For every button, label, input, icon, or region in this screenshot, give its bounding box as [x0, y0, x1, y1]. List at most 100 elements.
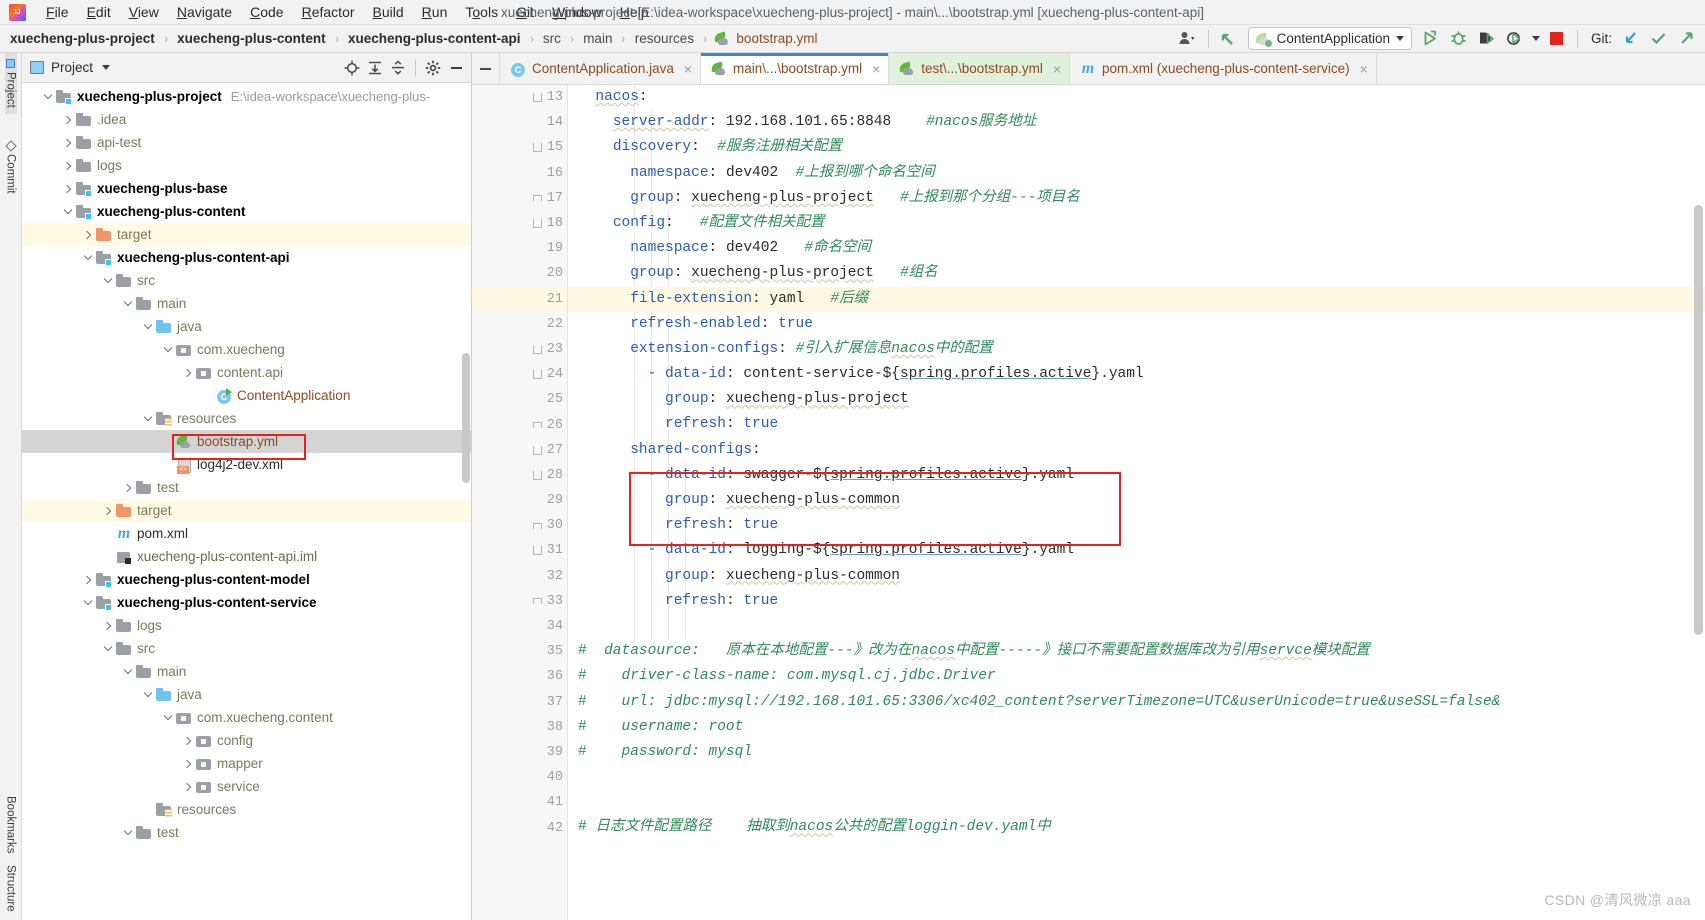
debug-icon[interactable]	[1446, 28, 1472, 50]
fold-end-icon[interactable]	[532, 520, 543, 531]
editor-tab-test-bootstrap-yml[interactable]: test\...\bootstrap.yml ×	[889, 53, 1071, 84]
code-line-30[interactable]: refresh: true	[568, 513, 1705, 538]
tree-node-target[interactable]: target	[22, 499, 471, 522]
code-line-37[interactable]: # url: jdbc:mysql://192.168.101.65:3306/…	[568, 690, 1705, 715]
chevron-right-icon[interactable]	[60, 154, 76, 177]
gutter-line-30[interactable]: 30	[472, 513, 567, 538]
tree-node-xuecheng-plus-content-api[interactable]: xuecheng-plus-content-api	[22, 246, 471, 269]
fold-marker-icon[interactable]	[532, 545, 543, 556]
gutter-line-15[interactable]: 15	[472, 135, 567, 160]
collapse-all-icon[interactable]	[387, 57, 409, 79]
tree-node-resources[interactable]: resources	[22, 407, 471, 430]
gutter-line-19[interactable]: 19	[472, 236, 567, 261]
gutter-line-35[interactable]: 35	[472, 639, 567, 664]
chevron-down-icon[interactable]	[102, 65, 111, 70]
fold-end-icon[interactable]	[532, 420, 543, 431]
fold-marker-icon[interactable]	[532, 142, 543, 153]
project-scrollbar-thumb[interactable]	[462, 353, 470, 483]
hide-panel-icon[interactable]	[445, 57, 467, 79]
gutter-line-40[interactable]: 40	[472, 765, 567, 790]
gutter-line-34[interactable]: 34	[472, 614, 567, 639]
breadcrumb-item-xuecheng-plus-content[interactable]: xuecheng-plus-content	[175, 30, 328, 47]
code-line-24[interactable]: - data-id: content-service-${spring.prof…	[568, 362, 1705, 387]
code-line-28[interactable]: - data-id: swagger-${spring.profiles.act…	[568, 463, 1705, 488]
tree-node-target[interactable]: target	[22, 223, 471, 246]
tree-node-pom-xml[interactable]: pom.xml	[22, 522, 471, 545]
code-line-29[interactable]: group: xuecheng-plus-common	[568, 488, 1705, 513]
code-line-23[interactable]: extension-configs: #引入扩展信息nacos中的配置	[568, 337, 1705, 362]
code-line-40[interactable]	[568, 765, 1705, 790]
chevron-down-icon[interactable]	[120, 292, 136, 315]
gutter-line-18[interactable]: 18	[472, 211, 567, 236]
tree-node-xuecheng-plus-project[interactable]: xuecheng-plus-project E:\idea-workspace\x…	[22, 85, 471, 108]
chevron-down-icon[interactable]	[100, 269, 116, 292]
tree-node--idea[interactable]: .idea	[22, 108, 471, 131]
tree-node-content-api[interactable]: content.api	[22, 361, 471, 384]
gutter-line-33[interactable]: 33	[472, 589, 567, 614]
fold-marker-icon[interactable]	[532, 218, 543, 229]
tree-node-main[interactable]: main	[22, 660, 471, 683]
close-icon[interactable]: ×	[1053, 62, 1061, 76]
tree-node-api-test[interactable]: api-test	[22, 131, 471, 154]
editor-scrollbar[interactable]	[1692, 85, 1705, 920]
chevron-down-icon[interactable]	[140, 683, 156, 706]
tree-node-resources[interactable]: resources	[22, 798, 471, 821]
code-line-19[interactable]: namespace: dev402 #命名空间	[568, 236, 1705, 261]
chevron-down-icon[interactable]	[120, 821, 136, 844]
editor-tab-main-bootstrap-yml[interactable]: main\...\bootstrap.yml ×	[701, 53, 890, 84]
menu-build[interactable]: Build	[364, 1, 413, 24]
editor-scrollbar-thumb[interactable]	[1694, 205, 1703, 635]
editor-gutter[interactable]: 13 14 15 16 17 18 19 20 21 22 23 24 25 26 27 28 29 30 31 32…	[472, 85, 568, 920]
menu-edit[interactable]: Edit	[78, 1, 120, 24]
tree-node-src[interactable]: src	[22, 637, 471, 660]
fold-marker-icon[interactable]	[532, 369, 543, 380]
fold-marker-icon[interactable]	[532, 92, 543, 103]
tree-node-java[interactable]: java	[22, 315, 471, 338]
gutter-line-28[interactable]: 28	[472, 463, 567, 488]
rail-item-structure[interactable]: Structure	[5, 859, 17, 918]
gutter-line-16[interactable]: 16	[472, 161, 567, 186]
user-profile-icon[interactable]	[1175, 28, 1201, 50]
tree-node-com-xuecheng[interactable]: com.xuecheng	[22, 338, 471, 361]
tree-node-logs[interactable]: logs	[22, 154, 471, 177]
fold-marker-icon[interactable]	[532, 470, 543, 481]
git-update-icon[interactable]	[1617, 28, 1643, 50]
chevron-down-icon[interactable]	[140, 407, 156, 430]
tree-node-src[interactable]: src	[22, 269, 471, 292]
hide-tabs-icon[interactable]	[472, 53, 500, 84]
chevron-right-icon[interactable]	[120, 476, 136, 499]
tree-node-contentapplication[interactable]: ContentApplication	[22, 384, 471, 407]
profiler-dropdown-icon[interactable]	[1530, 28, 1542, 50]
tree-node-xuecheng-plus-content-model[interactable]: xuecheng-plus-content-model	[22, 568, 471, 591]
code-line-15[interactable]: discovery: #服务注册相关配置	[568, 135, 1705, 160]
code-line-31[interactable]: - data-id: logging-${spring.profiles.act…	[568, 538, 1705, 563]
code-line-21[interactable]: file-extension: yaml #后缀	[568, 286, 1705, 312]
chevron-down-icon[interactable]	[100, 637, 116, 660]
menu-navigate[interactable]: Navigate	[168, 1, 241, 24]
tree-node-logs[interactable]: logs	[22, 614, 471, 637]
breadcrumb-item-xuecheng-plus-project[interactable]: xuecheng-plus-project	[8, 30, 157, 47]
code-line-13[interactable]: nacos:	[568, 85, 1705, 110]
menu-help[interactable]: Help	[611, 1, 658, 24]
breadcrumb-item-resources[interactable]: resources	[633, 30, 696, 47]
code-line-22[interactable]: refresh-enabled: true	[568, 312, 1705, 337]
chevron-right-icon[interactable]	[180, 361, 196, 384]
tree-node-mapper[interactable]: mapper	[22, 752, 471, 775]
project-tree[interactable]: xuecheng-plus-project E:\idea-workspace\x…	[22, 83, 471, 920]
gutter-line-42[interactable]: 42	[472, 815, 567, 840]
breadcrumb-item-bootstrap-yml[interactable]: bootstrap.yml	[713, 30, 819, 47]
gutter-line-13[interactable]: 13	[472, 85, 567, 110]
gutter-line-27[interactable]: 27	[472, 438, 567, 463]
gutter-line-17[interactable]: 17	[472, 186, 567, 211]
breadcrumb-item-main[interactable]: main	[581, 30, 614, 47]
gutter-line-25[interactable]: 25	[472, 387, 567, 412]
chevron-down-icon[interactable]	[160, 338, 176, 361]
chevron-right-icon[interactable]	[80, 223, 96, 246]
menu-git[interactable]: Git	[507, 1, 543, 24]
back-arrow-icon[interactable]	[1216, 28, 1242, 50]
fold-end-icon[interactable]	[532, 596, 543, 607]
tree-node-log4j2-dev-xml[interactable]: log4j2-dev.xml	[22, 453, 471, 476]
code-line-26[interactable]: refresh: true	[568, 412, 1705, 437]
chevron-right-icon[interactable]	[180, 729, 196, 752]
chevron-down-icon[interactable]	[140, 315, 156, 338]
